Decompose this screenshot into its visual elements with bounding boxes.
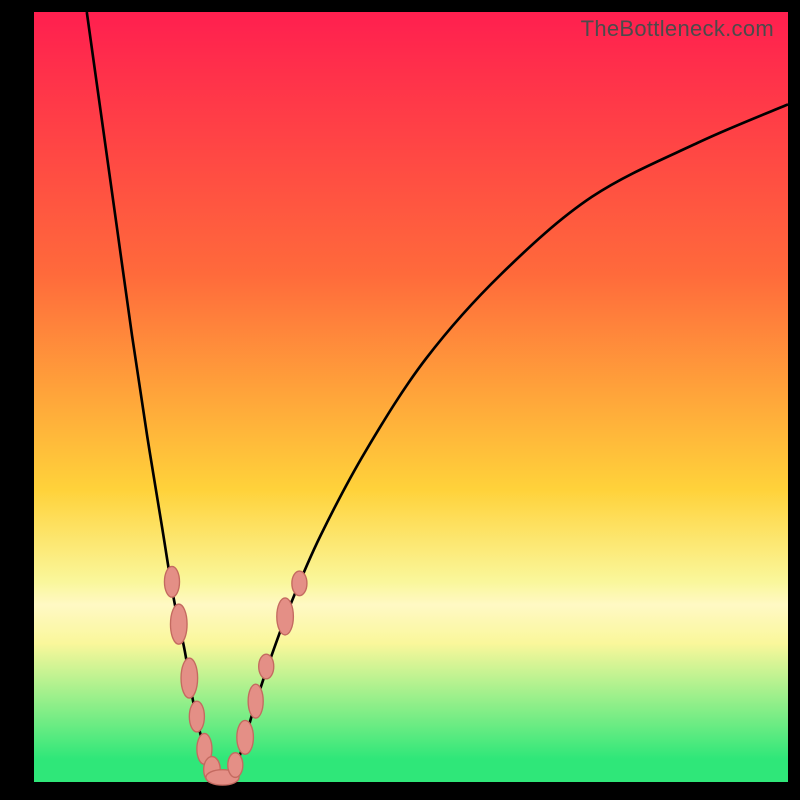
- data-marker: [259, 654, 274, 679]
- right-curve: [230, 104, 788, 775]
- outer-frame: TheBottleneck.com: [0, 0, 800, 800]
- plot-area: TheBottleneck.com: [34, 12, 788, 782]
- data-marker: [189, 701, 204, 732]
- data-marker: [164, 566, 179, 597]
- data-markers: [164, 566, 307, 785]
- data-marker: [237, 720, 254, 754]
- data-marker: [170, 604, 187, 644]
- data-marker: [228, 753, 243, 778]
- curves-layer: [34, 12, 788, 782]
- data-marker: [277, 598, 294, 635]
- data-marker: [181, 658, 198, 698]
- data-marker: [248, 684, 263, 718]
- data-marker: [292, 571, 307, 596]
